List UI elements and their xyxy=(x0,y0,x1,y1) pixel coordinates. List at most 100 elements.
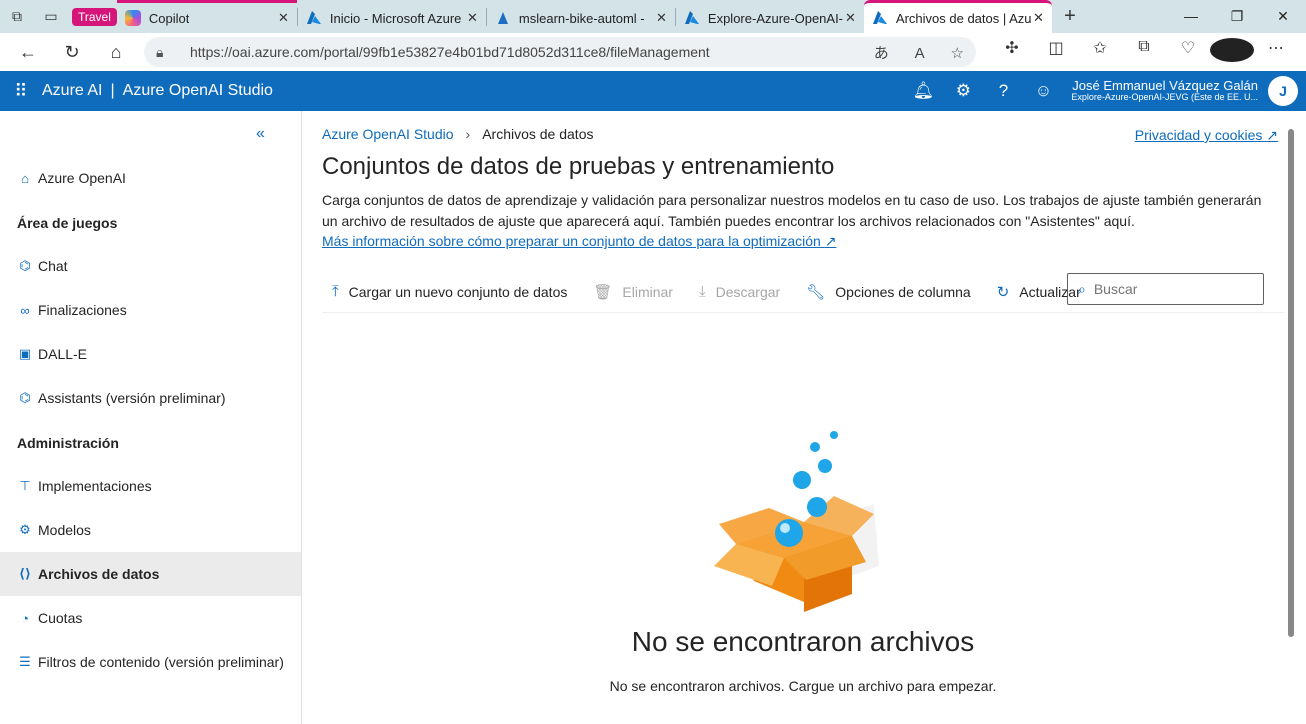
ml-workspace-icon xyxy=(495,10,511,26)
bell-icon[interactable]: 🔔︎ xyxy=(903,81,943,101)
toolbar: ⤒ Cargar un nuevo conjunto de datos 🗑︎ E… xyxy=(322,271,1284,313)
feedback-smiley-icon[interactable]: ☺ xyxy=(1023,81,1063,101)
sidebar-item-quotas[interactable]: ◔ Cuotas xyxy=(0,596,301,640)
image-icon: ▣ xyxy=(18,346,32,361)
tab-mslearn[interactable]: mslearn-bike-automl - ✕ xyxy=(487,0,675,33)
empty-state-subtitle: No se encontraron archivos. Cargue un ar… xyxy=(609,678,997,694)
close-icon[interactable]: ✕ xyxy=(1033,10,1044,26)
translate-icon[interactable]: あ xyxy=(874,45,889,62)
tab-title: Archivos de datos | Azu xyxy=(895,10,1032,26)
read-aloud-icon[interactable]: A xyxy=(915,45,925,62)
lock-icon[interactable]: 🔒︎ xyxy=(156,44,174,61)
tab-title: Copilot xyxy=(148,10,190,26)
sidebar-item-content-filters[interactable]: ☰ Filtros de contenido (versión prelimin… xyxy=(0,640,301,684)
tab-group-label[interactable]: Travel xyxy=(72,7,117,26)
download-button[interactable]: ⤓ Descargar xyxy=(689,283,780,300)
refresh-icon: ↻ xyxy=(996,283,1010,301)
restore-button[interactable]: ❐ xyxy=(1214,8,1260,25)
breadcrumb-current: Archivos de datos xyxy=(482,126,594,142)
tab-title: mslearn-bike-automl - xyxy=(518,10,645,26)
sidebar-item-label: Filtros de contenido (versión preliminar… xyxy=(38,654,284,670)
learn-more-link[interactable]: Más información sobre cómo preparar un c… xyxy=(322,233,836,250)
tab-actions-icon[interactable]: ▭ xyxy=(34,0,68,33)
quota-icon: ◔ xyxy=(21,610,29,626)
workspaces-icon[interactable]: ⧉ xyxy=(0,0,34,33)
close-icon[interactable]: ✕ xyxy=(467,10,478,26)
chat-icon: ⌬ xyxy=(19,258,31,273)
azure-icon xyxy=(306,10,322,26)
tab-title: Inicio - Microsoft Azure xyxy=(329,10,462,26)
gear-icon[interactable]: ⚙ xyxy=(943,81,983,101)
profile-avatar[interactable] xyxy=(1210,37,1254,67)
tab-explore-openai[interactable]: Explore-Azure-OpenAI- ✕ xyxy=(676,0,864,33)
azure-icon xyxy=(872,10,888,26)
sidebar: « ⌂ Azure OpenAI Área de juegos ⌬ Chat ∞… xyxy=(0,111,302,724)
url-field[interactable]: 🔒︎ https://oai.azure.com/portal/99fb1e53… xyxy=(144,37,976,67)
extensions-icon[interactable]: ✣ xyxy=(990,38,1034,67)
delete-button[interactable]: 🗑︎ Eliminar xyxy=(583,283,673,301)
empty-state-title: No se encontraron archivos xyxy=(631,626,975,657)
sidebar-item-label: Modelos xyxy=(38,522,91,538)
app-launcher-icon[interactable]: ⠿ xyxy=(0,81,42,102)
sidebar-item-label: Azure OpenAI xyxy=(38,170,126,186)
models-icon: ⚙ xyxy=(19,522,31,537)
upload-dataset-button[interactable]: ⤒ Cargar un nuevo conjunto de datos xyxy=(322,283,567,300)
home-icon: ⌂ xyxy=(21,170,29,186)
sidebar-item-completions[interactable]: ∞ Finalizaciones xyxy=(0,288,301,332)
favorite-star-icon[interactable]: ☆ xyxy=(951,45,964,62)
deployments-icon: ⊤ xyxy=(19,478,31,493)
sidebar-item-dalle[interactable]: ▣ DALL-E xyxy=(0,332,301,376)
sidebar-item-label: DALL-E xyxy=(38,346,88,362)
home-button[interactable]: ⌂ xyxy=(94,33,138,71)
close-icon[interactable]: ✕ xyxy=(845,10,856,26)
avatar[interactable]: J xyxy=(1268,76,1298,106)
search-field[interactable]: ⌕ xyxy=(1067,273,1264,305)
brand-name: Azure AI xyxy=(42,82,103,99)
close-icon[interactable]: ✕ xyxy=(656,10,667,26)
brand[interactable]: Azure AI | Azure OpenAI Studio xyxy=(42,82,273,100)
sidebar-item-assistants[interactable]: ⌬ Assistants (versión preliminar) xyxy=(0,376,301,420)
close-window-button[interactable]: ✕ xyxy=(1260,8,1306,25)
sidebar-item-models[interactable]: ⚙ Modelos xyxy=(0,508,301,552)
column-options-button[interactable]: 🔧︎ Opciones de columna xyxy=(796,283,970,301)
collections-icon[interactable]: ⧉ xyxy=(1122,38,1166,67)
tab-title: Explore-Azure-OpenAI- xyxy=(707,10,844,26)
content-filter-icon: ☰ xyxy=(19,654,31,669)
sidebar-item-label: Finalizaciones xyxy=(38,302,127,318)
brand-separator: | xyxy=(110,82,115,99)
breadcrumb-root-link[interactable]: Azure OpenAI Studio xyxy=(322,126,454,142)
tab-data-files[interactable]: Archivos de datos | Azu ✕ xyxy=(863,0,1052,33)
close-icon[interactable]: ✕ xyxy=(278,10,289,26)
new-tab-button[interactable]: + xyxy=(1052,5,1088,28)
address-bar-row: ← ↻ ⌂ 🔒︎ https://oai.azure.com/portal/99… xyxy=(0,33,1306,71)
sidebar-item-data-files[interactable]: ⟨⟩ Archivos de datos xyxy=(0,552,301,596)
help-icon[interactable]: ? xyxy=(983,81,1023,101)
sidebar-item-deployments[interactable]: ⊤ Implementaciones xyxy=(0,464,301,508)
completions-icon: ∞ xyxy=(20,302,30,318)
sidebar-item-label: Archivos de datos xyxy=(38,566,160,582)
sidebar-item-azure-openai[interactable]: ⌂ Azure OpenAI xyxy=(0,156,301,200)
favorites-icon[interactable]: ✩ xyxy=(1078,38,1122,67)
collapse-sidebar-icon[interactable]: « xyxy=(256,125,265,143)
azure-icon xyxy=(684,10,700,26)
sidebar-item-chat[interactable]: ⌬ Chat xyxy=(0,244,301,288)
assistants-icon: ⌬ xyxy=(19,390,31,405)
page-description: Carga conjuntos de datos de aprendizaje … xyxy=(322,192,1262,229)
back-button[interactable]: ← xyxy=(6,33,50,71)
copilot-icon xyxy=(124,10,141,26)
search-input[interactable] xyxy=(1093,281,1244,297)
minimize-button[interactable]: — xyxy=(1168,8,1214,25)
user-account[interactable]: José Emmanuel Vázquez Galán Explore-Azur… xyxy=(1071,78,1258,103)
sidebar-item-label: Cuotas xyxy=(38,610,83,626)
scrollbar[interactable] xyxy=(1286,125,1296,715)
split-screen-icon[interactable]: ◫ xyxy=(1034,38,1078,67)
browser-essentials-icon[interactable]: ♡ xyxy=(1166,38,1210,67)
more-menu-icon[interactable]: ⋯ xyxy=(1254,38,1298,67)
tab-copilot[interactable]: Copilot ✕ xyxy=(116,0,297,33)
refresh-button[interactable]: ↻ xyxy=(50,33,94,71)
data-files-icon: ⟨⟩ xyxy=(19,566,31,581)
tab-azure-home[interactable]: Inicio - Microsoft Azure ✕ xyxy=(298,0,486,33)
empty-box-illustration xyxy=(714,431,879,612)
scrollbar-thumb[interactable] xyxy=(1288,129,1294,637)
privacy-link[interactable]: Privacidad y cookies ↗ xyxy=(1135,127,1278,144)
